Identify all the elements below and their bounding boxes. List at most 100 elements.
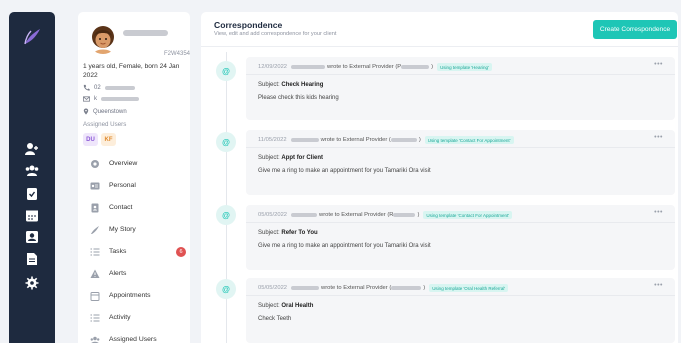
card-header: 05/05/2022 wrote to External Provider ( … xyxy=(258,284,509,292)
profile-nav-label: Appointments xyxy=(109,292,151,299)
profile-nav-label: Personal xyxy=(109,182,136,189)
location-row: Queenstown xyxy=(83,108,127,115)
card-wrote: wrote to External Provider ( xyxy=(320,137,391,143)
email-redacted xyxy=(101,97,139,101)
logo-icon[interactable] xyxy=(21,26,43,48)
location-pin-icon xyxy=(83,108,89,115)
correspondence-panel: Correspondence View, edit and add corres… xyxy=(201,12,678,343)
assigned-users-label: Assigned Users xyxy=(83,121,127,128)
card-subject: Subject: Check Hearing xyxy=(258,82,324,88)
template-badge: Using template 'Contact For Appointment' xyxy=(423,211,513,219)
card-divider xyxy=(246,147,675,148)
profile-nav-assigned-users[interactable]: Assigned Users xyxy=(90,332,185,343)
card-divider xyxy=(246,222,675,223)
profile-nav-overview[interactable]: Overview xyxy=(90,156,185,171)
avatar xyxy=(88,24,118,54)
more-options-icon[interactable]: ••• xyxy=(654,134,663,141)
profile-nav-personal[interactable]: Personal xyxy=(90,178,185,193)
card-subject: Subject: Refer To You xyxy=(258,230,318,236)
more-options-icon[interactable]: ••• xyxy=(654,61,663,68)
card-body: Please check this kids hearing xyxy=(258,95,339,101)
tasks-count-badge: 6 xyxy=(176,246,186,257)
card-header: 12/09/2022 wrote to External Provider (P… xyxy=(258,63,492,71)
card-wrote: wrote to External Provider (R xyxy=(319,212,394,218)
correspondence-card[interactable]: 12/09/2022 wrote to External Provider (P… xyxy=(246,57,675,120)
overview-icon xyxy=(91,159,99,168)
card-date: 11/05/2022 xyxy=(258,137,287,143)
card-body: Check Teeth xyxy=(258,316,292,322)
card-subject: Subject: Appt for Client xyxy=(258,155,324,161)
card-wrote: wrote to External Provider (P xyxy=(327,64,402,70)
card-body: Give me a ring to make an appointment fo… xyxy=(258,168,431,174)
assigned-user-chip-kf[interactable]: KF xyxy=(101,133,116,146)
card-date: 05/05/2022 xyxy=(258,212,288,218)
profile-nav-label: Contact xyxy=(109,204,133,211)
phone-row: 02 xyxy=(83,84,135,91)
timeline-marker: @ xyxy=(216,61,236,81)
profile-nav-appointments[interactable]: Appointments xyxy=(90,288,185,303)
more-options-icon[interactable]: ••• xyxy=(654,209,663,216)
card-divider xyxy=(246,74,675,75)
profile-nav-contact[interactable]: Contact xyxy=(90,200,185,215)
activity-icon xyxy=(90,313,100,322)
at-icon: @ xyxy=(222,137,230,147)
create-correspondence-button[interactable]: Create Correspondence xyxy=(593,20,677,39)
list-icon xyxy=(90,247,100,256)
id-card-icon xyxy=(90,182,100,189)
author-redacted xyxy=(291,65,326,69)
assigned-user-chip-du[interactable]: DU xyxy=(83,133,98,146)
add-user-icon[interactable] xyxy=(25,142,39,156)
profile-nav-alerts[interactable]: Alerts xyxy=(90,266,185,281)
email-icon xyxy=(83,96,90,102)
card-divider xyxy=(246,295,675,296)
card-subject: Subject: Oral Health xyxy=(258,303,314,309)
template-badge: Using template 'Hearing' xyxy=(437,63,492,71)
author-redacted xyxy=(290,138,319,142)
contact-book-icon xyxy=(91,203,99,212)
calendar-icon[interactable] xyxy=(25,208,39,222)
card-body: Give me a ring to make an appointment fo… xyxy=(258,243,431,249)
profile-nav-label: Assigned Users xyxy=(109,336,157,343)
author-redacted xyxy=(291,213,318,217)
page-subtitle: View, edit and add correspondence for yo… xyxy=(214,31,337,37)
card-header: 05/05/2022 wrote to External Provider (R… xyxy=(258,211,513,219)
profile-nav-tasks[interactable]: Tasks 6 xyxy=(90,244,186,259)
more-options-icon[interactable]: ••• xyxy=(654,282,663,289)
page-title: Correspondence xyxy=(214,20,283,30)
client-name-redacted xyxy=(123,30,168,36)
provider-redacted xyxy=(390,138,417,142)
template-badge: Using template 'Contact For Appointment' xyxy=(424,136,514,144)
timeline-marker: @ xyxy=(216,279,236,299)
email-value: k xyxy=(94,96,97,102)
profile-nav-label: Activity xyxy=(109,314,131,321)
profile-nav-label: My Story xyxy=(109,226,136,233)
user-badge-icon[interactable] xyxy=(25,230,39,244)
phone-value: 02 xyxy=(94,84,101,91)
template-badge: Using template 'Oral Health Referral' xyxy=(429,284,509,292)
profile-nav-activity[interactable]: Activity xyxy=(90,310,185,325)
card-date: 12/09/2022 xyxy=(258,64,288,70)
profile-nav-label: Alerts xyxy=(109,270,127,277)
header-divider xyxy=(201,46,678,47)
profile-nav-label: Tasks xyxy=(109,248,127,255)
timeline-marker: @ xyxy=(216,132,236,152)
correspondence-card[interactable]: 11/05/2022 wrote to External Provider ( … xyxy=(246,130,675,195)
document-icon[interactable] xyxy=(25,252,39,266)
phone-redacted xyxy=(104,85,135,90)
at-icon: @ xyxy=(222,210,230,220)
clipboard-check-icon[interactable] xyxy=(25,186,39,200)
correspondence-card[interactable]: 05/05/2022 wrote to External Provider ( … xyxy=(246,278,675,343)
provider-redacted xyxy=(391,286,422,290)
calendar-icon xyxy=(90,291,100,301)
phone-icon xyxy=(83,84,90,91)
author-redacted xyxy=(291,286,320,290)
timeline-marker: @ xyxy=(216,205,236,225)
provider-redacted xyxy=(401,65,430,69)
settings-icon[interactable] xyxy=(25,276,39,290)
provider-redacted xyxy=(393,213,416,217)
group-icon[interactable] xyxy=(25,164,39,178)
location-value: Queenstown xyxy=(93,108,127,115)
card-header: 11/05/2022 wrote to External Provider ( … xyxy=(258,136,514,144)
profile-nav-my-story[interactable]: My Story xyxy=(90,222,185,237)
correspondence-card[interactable]: 05/05/2022 wrote to External Provider (R… xyxy=(246,205,675,270)
